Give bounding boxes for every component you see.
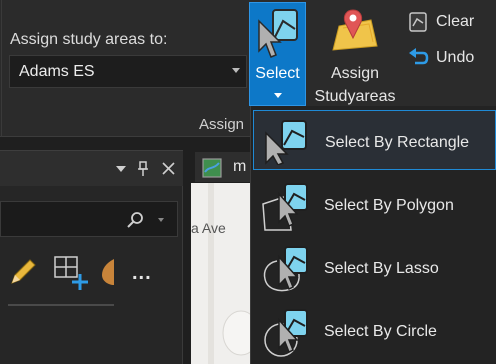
select-button-label: Select bbox=[255, 65, 300, 82]
map-view[interactable] bbox=[191, 183, 260, 364]
assign-study-areas-label: Assign study areas to: bbox=[10, 31, 168, 48]
chevron-down-icon[interactable] bbox=[158, 218, 164, 222]
search-icon[interactable] bbox=[127, 211, 145, 229]
school-combobox[interactable]: Adams ES bbox=[9, 55, 247, 88]
studyareas-button-label: Studyareas bbox=[314, 88, 396, 105]
pane-menu-icon[interactable] bbox=[115, 165, 127, 173]
select-by-circle-label: Select By Circle bbox=[324, 323, 437, 340]
assign-button-label: Assign bbox=[330, 65, 380, 82]
layer-style-icon[interactable] bbox=[100, 257, 116, 287]
select-by-polygon-label: Select By Polygon bbox=[324, 197, 454, 214]
map-features bbox=[191, 183, 260, 364]
assign-group-label: Assign bbox=[199, 116, 245, 133]
undo-button[interactable]: Undo bbox=[405, 45, 493, 71]
select-by-polygon-item[interactable]: Select By Polygon bbox=[253, 174, 496, 234]
select-by-circle-item[interactable]: Select By Circle bbox=[253, 300, 496, 360]
undo-icon bbox=[409, 48, 429, 65]
more-options-button[interactable]: ... bbox=[132, 262, 152, 285]
clear-button-label: Clear bbox=[436, 13, 475, 30]
clear-button[interactable]: Clear bbox=[405, 9, 493, 35]
map-icon bbox=[202, 158, 222, 178]
chevron-down-icon bbox=[274, 93, 282, 98]
undo-button-label: Undo bbox=[436, 49, 475, 66]
pencil-icon[interactable] bbox=[8, 257, 38, 287]
street-label: a Ave bbox=[191, 220, 226, 236]
select-button[interactable]: Select bbox=[249, 2, 306, 106]
add-layer-icon[interactable] bbox=[52, 254, 90, 292]
pane-header bbox=[0, 150, 183, 186]
divider bbox=[8, 304, 114, 306]
select-by-lasso-item[interactable]: Select By Lasso bbox=[253, 237, 496, 297]
select-lasso-icon bbox=[263, 246, 308, 292]
contents-pane: ... bbox=[0, 150, 183, 364]
tab-map[interactable]: m bbox=[195, 152, 255, 182]
assign-studyareas-button[interactable]: Assign Studyareas bbox=[309, 2, 401, 106]
select-rectangle-icon bbox=[265, 120, 307, 165]
clear-selection-icon bbox=[409, 12, 427, 32]
select-circle-icon bbox=[264, 309, 308, 357]
select-tool-icon bbox=[258, 9, 298, 58]
school-combobox-value: Adams ES bbox=[19, 63, 95, 80]
close-icon[interactable] bbox=[162, 162, 175, 175]
select-by-lasso-label: Select By Lasso bbox=[324, 260, 439, 277]
map-pin-icon bbox=[332, 9, 378, 51]
search-input[interactable] bbox=[0, 201, 178, 237]
chevron-down-icon[interactable] bbox=[232, 68, 240, 73]
map-tab-label: m bbox=[233, 158, 247, 175]
pin-icon[interactable] bbox=[138, 161, 148, 177]
select-by-rectangle-item[interactable]: Select By Rectangle bbox=[253, 110, 496, 170]
select-polygon-icon bbox=[262, 183, 308, 231]
ribbon-separator bbox=[1, 0, 2, 137]
select-by-rectangle-label: Select By Rectangle bbox=[325, 134, 470, 151]
